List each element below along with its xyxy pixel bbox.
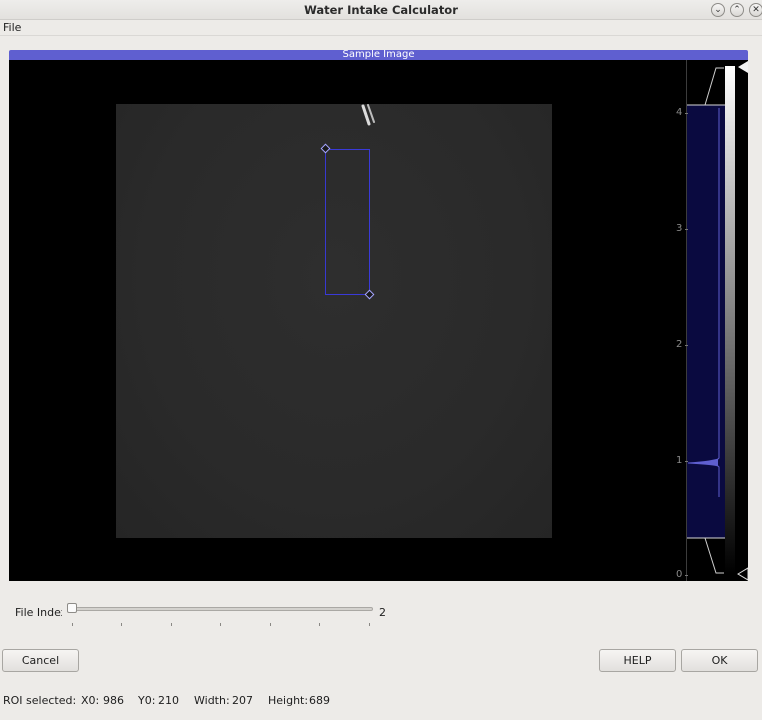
slider-tick <box>171 623 172 626</box>
ok-button[interactable]: OK <box>681 649 758 672</box>
roi-rectangle[interactable] <box>325 149 370 295</box>
height-label: Height: <box>268 694 309 707</box>
width-label: Width: <box>194 694 230 707</box>
min-mapping-line <box>704 537 724 574</box>
y0-value: 210 <box>158 694 179 707</box>
width-value: 207 <box>232 694 253 707</box>
panel-header: Sample Image <box>9 50 748 60</box>
roi-status-label: ROI selected: <box>3 694 77 707</box>
max-mapping-line <box>704 67 724 106</box>
hist-tick-mark <box>685 345 688 346</box>
hist-tick-mark <box>685 113 688 114</box>
menu-file[interactable]: File <box>3 21 21 34</box>
slider-tick <box>270 623 271 626</box>
hist-tick-label-0: 0 <box>676 569 683 580</box>
histogram-panel[interactable] <box>686 60 748 581</box>
height-value: 689 <box>309 694 330 707</box>
hist-tick-label-1: 1 <box>676 455 683 466</box>
image-viewer[interactable]: 4 3 2 1 0 <box>9 60 748 581</box>
file-index-value: 2 <box>379 606 386 619</box>
file-index-slider-thumb[interactable] <box>67 603 77 613</box>
window-title: Water Intake Calculator <box>304 3 458 17</box>
hist-tick-mark <box>685 461 688 462</box>
hist-tick-label-2: 2 <box>676 339 683 350</box>
title-bar: Water Intake Calculator ⌄ ⌃ ✕ <box>0 0 762 20</box>
minimize-button[interactable]: ⌄ <box>711 3 725 17</box>
hist-tick-mark <box>685 229 688 230</box>
max-level-handle[interactable] <box>738 61 748 73</box>
slider-tick <box>369 623 370 626</box>
slider-tick <box>220 623 221 626</box>
menu-bar: File <box>0 20 762 36</box>
bright-artifact <box>361 104 375 126</box>
help-button[interactable]: HELP <box>599 649 676 672</box>
slider-tick <box>72 623 73 626</box>
x0-value: 986 <box>103 694 124 707</box>
hist-tick-label-4: 4 <box>676 107 683 118</box>
slider-tick <box>319 623 320 626</box>
roi-handle-bottom-right[interactable] <box>364 289 375 300</box>
file-index-slider-track[interactable] <box>71 607 373 611</box>
x0-label: X0: <box>81 694 100 707</box>
cancel-button[interactable]: Cancel <box>2 649 79 672</box>
y0-label: Y0: <box>138 694 156 707</box>
grayscale-colorbar <box>725 66 735 574</box>
hist-tick-label-3: 3 <box>676 223 683 234</box>
file-index-label: File Index <box>15 606 62 619</box>
hist-tick-mark <box>685 575 688 576</box>
maximize-button[interactable]: ⌃ <box>730 3 744 17</box>
slider-tick <box>121 623 122 626</box>
close-button[interactable]: ✕ <box>749 3 762 17</box>
panel-title: Sample Image <box>342 50 415 60</box>
sample-image[interactable] <box>116 104 552 538</box>
min-level-handle[interactable] <box>737 567 748 581</box>
